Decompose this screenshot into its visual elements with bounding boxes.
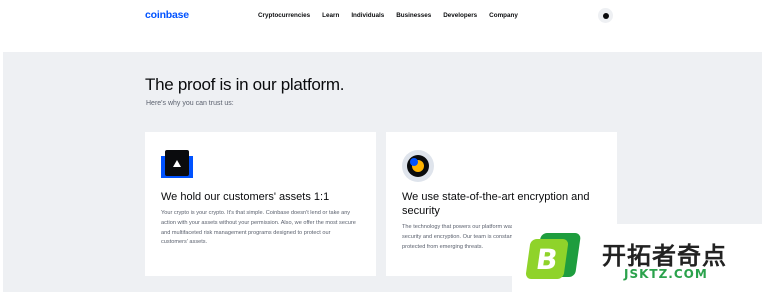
card-body: Your crypto is your crypto. It's that si… <box>161 210 356 246</box>
nav-links: Cryptocurrencies Learn Individuals Busin… <box>258 12 530 19</box>
vault-icon <box>161 150 193 180</box>
globe-icon[interactable] <box>598 8 613 23</box>
nav-link-learn[interactable]: Learn <box>322 12 339 19</box>
feature-card-assets: We hold our customers' assets 1:1 Your c… <box>145 132 376 276</box>
watermark-text: 开拓者奇点 <box>602 242 727 270</box>
nav-link-cryptocurrencies[interactable]: Cryptocurrencies <box>258 12 310 19</box>
nav-link-individuals[interactable]: Individuals <box>351 12 384 19</box>
card-title: We hold our customers' assets 1:1 <box>161 191 330 203</box>
section-title: The proof is in our platform. <box>145 75 345 94</box>
section-subtitle: Here's why you can trust us: <box>146 100 234 107</box>
watermark-logo-icon: B <box>525 233 582 281</box>
nav-link-developers[interactable]: Developers <box>443 12 477 19</box>
nav-link-businesses[interactable]: Businesses <box>396 12 431 19</box>
top-nav: coinbase Cryptocurrencies Learn Individu… <box>0 0 762 32</box>
coinbase-logo[interactable]: coinbase <box>145 9 189 21</box>
encryption-icon <box>402 150 434 182</box>
watermark: B 开拓者奇点 JSKTZ.COM <box>512 224 762 292</box>
nav-link-company[interactable]: Company <box>489 12 518 19</box>
watermark-url: JSKTZ.COM <box>624 267 708 281</box>
card-title: We use state-of-the-art encryption and s… <box>402 191 590 217</box>
